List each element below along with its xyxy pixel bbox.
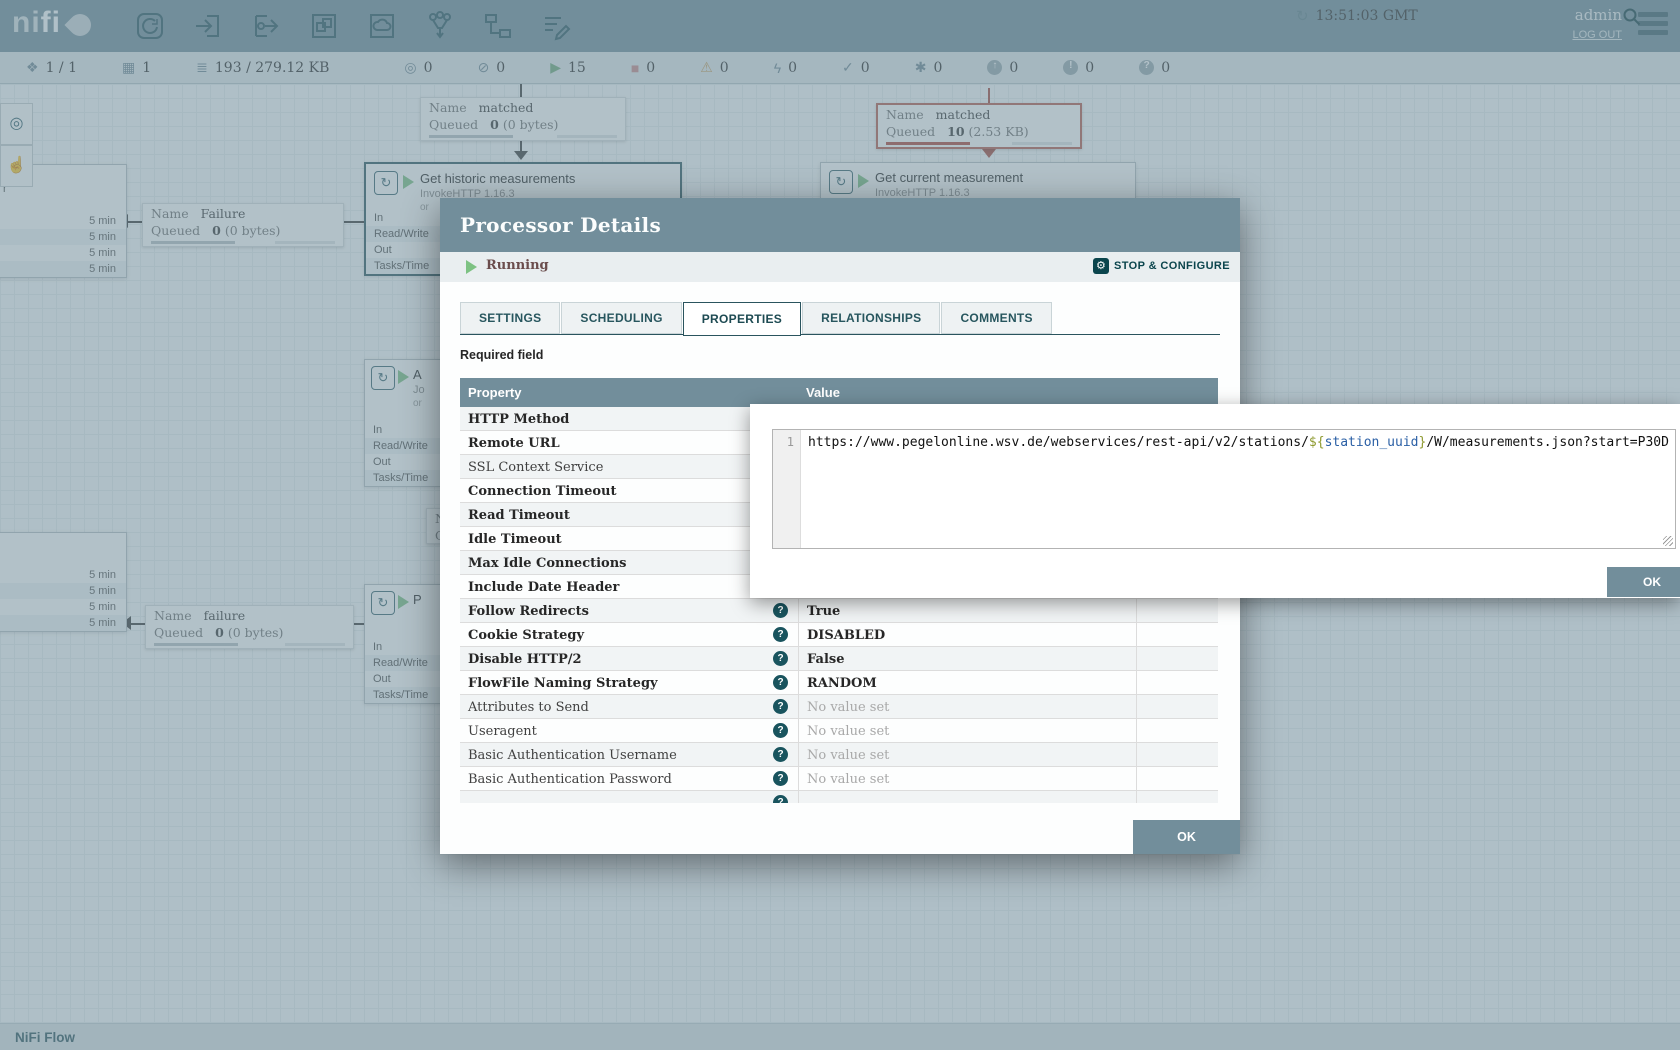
tab[interactable]: COMMENTS	[941, 302, 1051, 334]
run-status-bar: Running ⚙ STOP & CONFIGURE	[440, 252, 1240, 282]
property-row[interactable]: Cookie Strategy ? DISABLED	[460, 623, 1218, 647]
property-row[interactable]: Basic Authentication Password ? No value…	[460, 767, 1218, 791]
property-row[interactable]: FlowFile Naming Strategy ? RANDOM	[460, 671, 1218, 695]
help-icon[interactable]: ?	[773, 699, 788, 714]
value-editor-popup: 1 https://www.pegelonline.wsv.de/webserv…	[750, 404, 1680, 598]
property-row[interactable]: ?	[460, 791, 1218, 803]
properties-table-header: Property Value	[460, 378, 1218, 407]
property-row[interactable]: Attributes to Send ? No value set	[460, 695, 1218, 719]
remote-url-value[interactable]: https://www.pegelonline.wsv.de/webservic…	[801, 430, 1675, 548]
dialog-title: Processor Details	[460, 198, 1240, 252]
help-icon[interactable]: ?	[773, 771, 788, 786]
property-row[interactable]: Useragent ? No value set	[460, 719, 1218, 743]
help-icon[interactable]: ?	[773, 747, 788, 762]
tab[interactable]: RELATIONSHIPS	[802, 302, 940, 334]
dialog-tabs: SETTINGS SCHEDULING PROPERTIES RELATIONS…	[460, 302, 1052, 336]
help-icon[interactable]: ?	[773, 603, 788, 618]
help-icon[interactable]: ?	[773, 627, 788, 642]
help-icon[interactable]: ?	[773, 795, 788, 803]
value-editor[interactable]: 1 https://www.pegelonline.wsv.de/webserv…	[772, 429, 1676, 549]
stop-and-configure-button[interactable]: ⚙ STOP & CONFIGURE	[1093, 258, 1230, 274]
help-icon[interactable]: ?	[773, 675, 788, 690]
property-row[interactable]: Disable HTTP/2 ? False	[460, 647, 1218, 671]
dialog-header: Processor Details	[440, 198, 1240, 252]
property-row[interactable]: Follow Redirects ? True	[460, 599, 1218, 623]
tab[interactable]: SCHEDULING	[561, 302, 681, 334]
run-status-label: Running	[486, 258, 549, 273]
tab[interactable]: SETTINGS	[460, 302, 560, 334]
resize-handle[interactable]	[1663, 536, 1673, 546]
nifi-app: nifi admin LOG OUT ❖ 1 / 1	[0, 0, 1680, 1050]
editor-ok-button[interactable]: OK	[1607, 567, 1680, 597]
line-number-gutter: 1	[773, 430, 801, 548]
dialog-ok-button[interactable]: OK	[1133, 820, 1240, 854]
running-status-icon	[466, 260, 477, 274]
help-icon[interactable]: ?	[773, 651, 788, 666]
required-field-note: Required field	[460, 348, 543, 362]
property-row[interactable]: Basic Authentication Username ? No value…	[460, 743, 1218, 767]
tab[interactable]: PROPERTIES	[683, 302, 801, 336]
help-icon[interactable]: ?	[773, 723, 788, 738]
stop-configure-icon: ⚙	[1093, 258, 1109, 274]
